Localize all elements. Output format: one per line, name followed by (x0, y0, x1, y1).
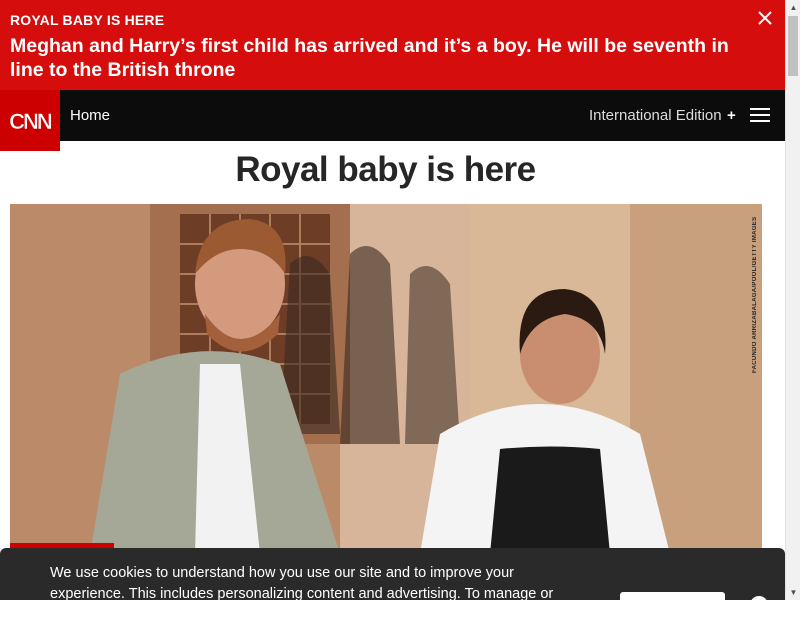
edition-selector[interactable]: International Edition (589, 90, 722, 141)
hero-photo-illustration (10, 204, 762, 554)
cookie-accept-button[interactable] (620, 592, 725, 622)
hamburger-menu-icon[interactable] (750, 108, 770, 124)
hero-photo[interactable] (10, 204, 762, 554)
scroll-up-arrow-icon[interactable]: ▲ (786, 0, 800, 15)
cookie-close-icon[interactable] (750, 596, 768, 614)
breaking-news-headline[interactable]: Meghan and Harry’s first child has arriv… (10, 34, 760, 82)
cnn-logo-mark: CNN (9, 108, 54, 134)
nav-home-link[interactable]: Home (70, 90, 110, 141)
scroll-down-arrow-icon[interactable]: ▼ (786, 585, 800, 600)
breaking-news-banner[interactable]: ROYAL BABY IS HERE Meghan and Harry’s fi… (0, 0, 785, 90)
cookie-consent-banner: We use cookies to understand how you use… (0, 548, 785, 622)
photo-credit: FACUNDO ARRIZABALAGA/POOL/GETTY IMAGES (752, 216, 758, 373)
close-icon[interactable] (757, 10, 773, 26)
breaking-news-kicker: ROYAL BABY IS HERE (10, 12, 165, 28)
cnn-logo[interactable]: CNN (0, 90, 60, 151)
scrollbar-thumb[interactable] (788, 16, 798, 76)
vertical-scrollbar[interactable]: ▲ ▼ (785, 0, 800, 600)
edition-plus-icon[interactable]: + (727, 90, 736, 141)
page-title: Royal baby is here (235, 150, 536, 189)
svg-text:CNN: CNN (9, 109, 52, 134)
cookie-consent-text: We use cookies to understand how you use… (50, 565, 554, 602)
top-navigation-bar: CNN Home International Edition + (0, 90, 785, 151)
